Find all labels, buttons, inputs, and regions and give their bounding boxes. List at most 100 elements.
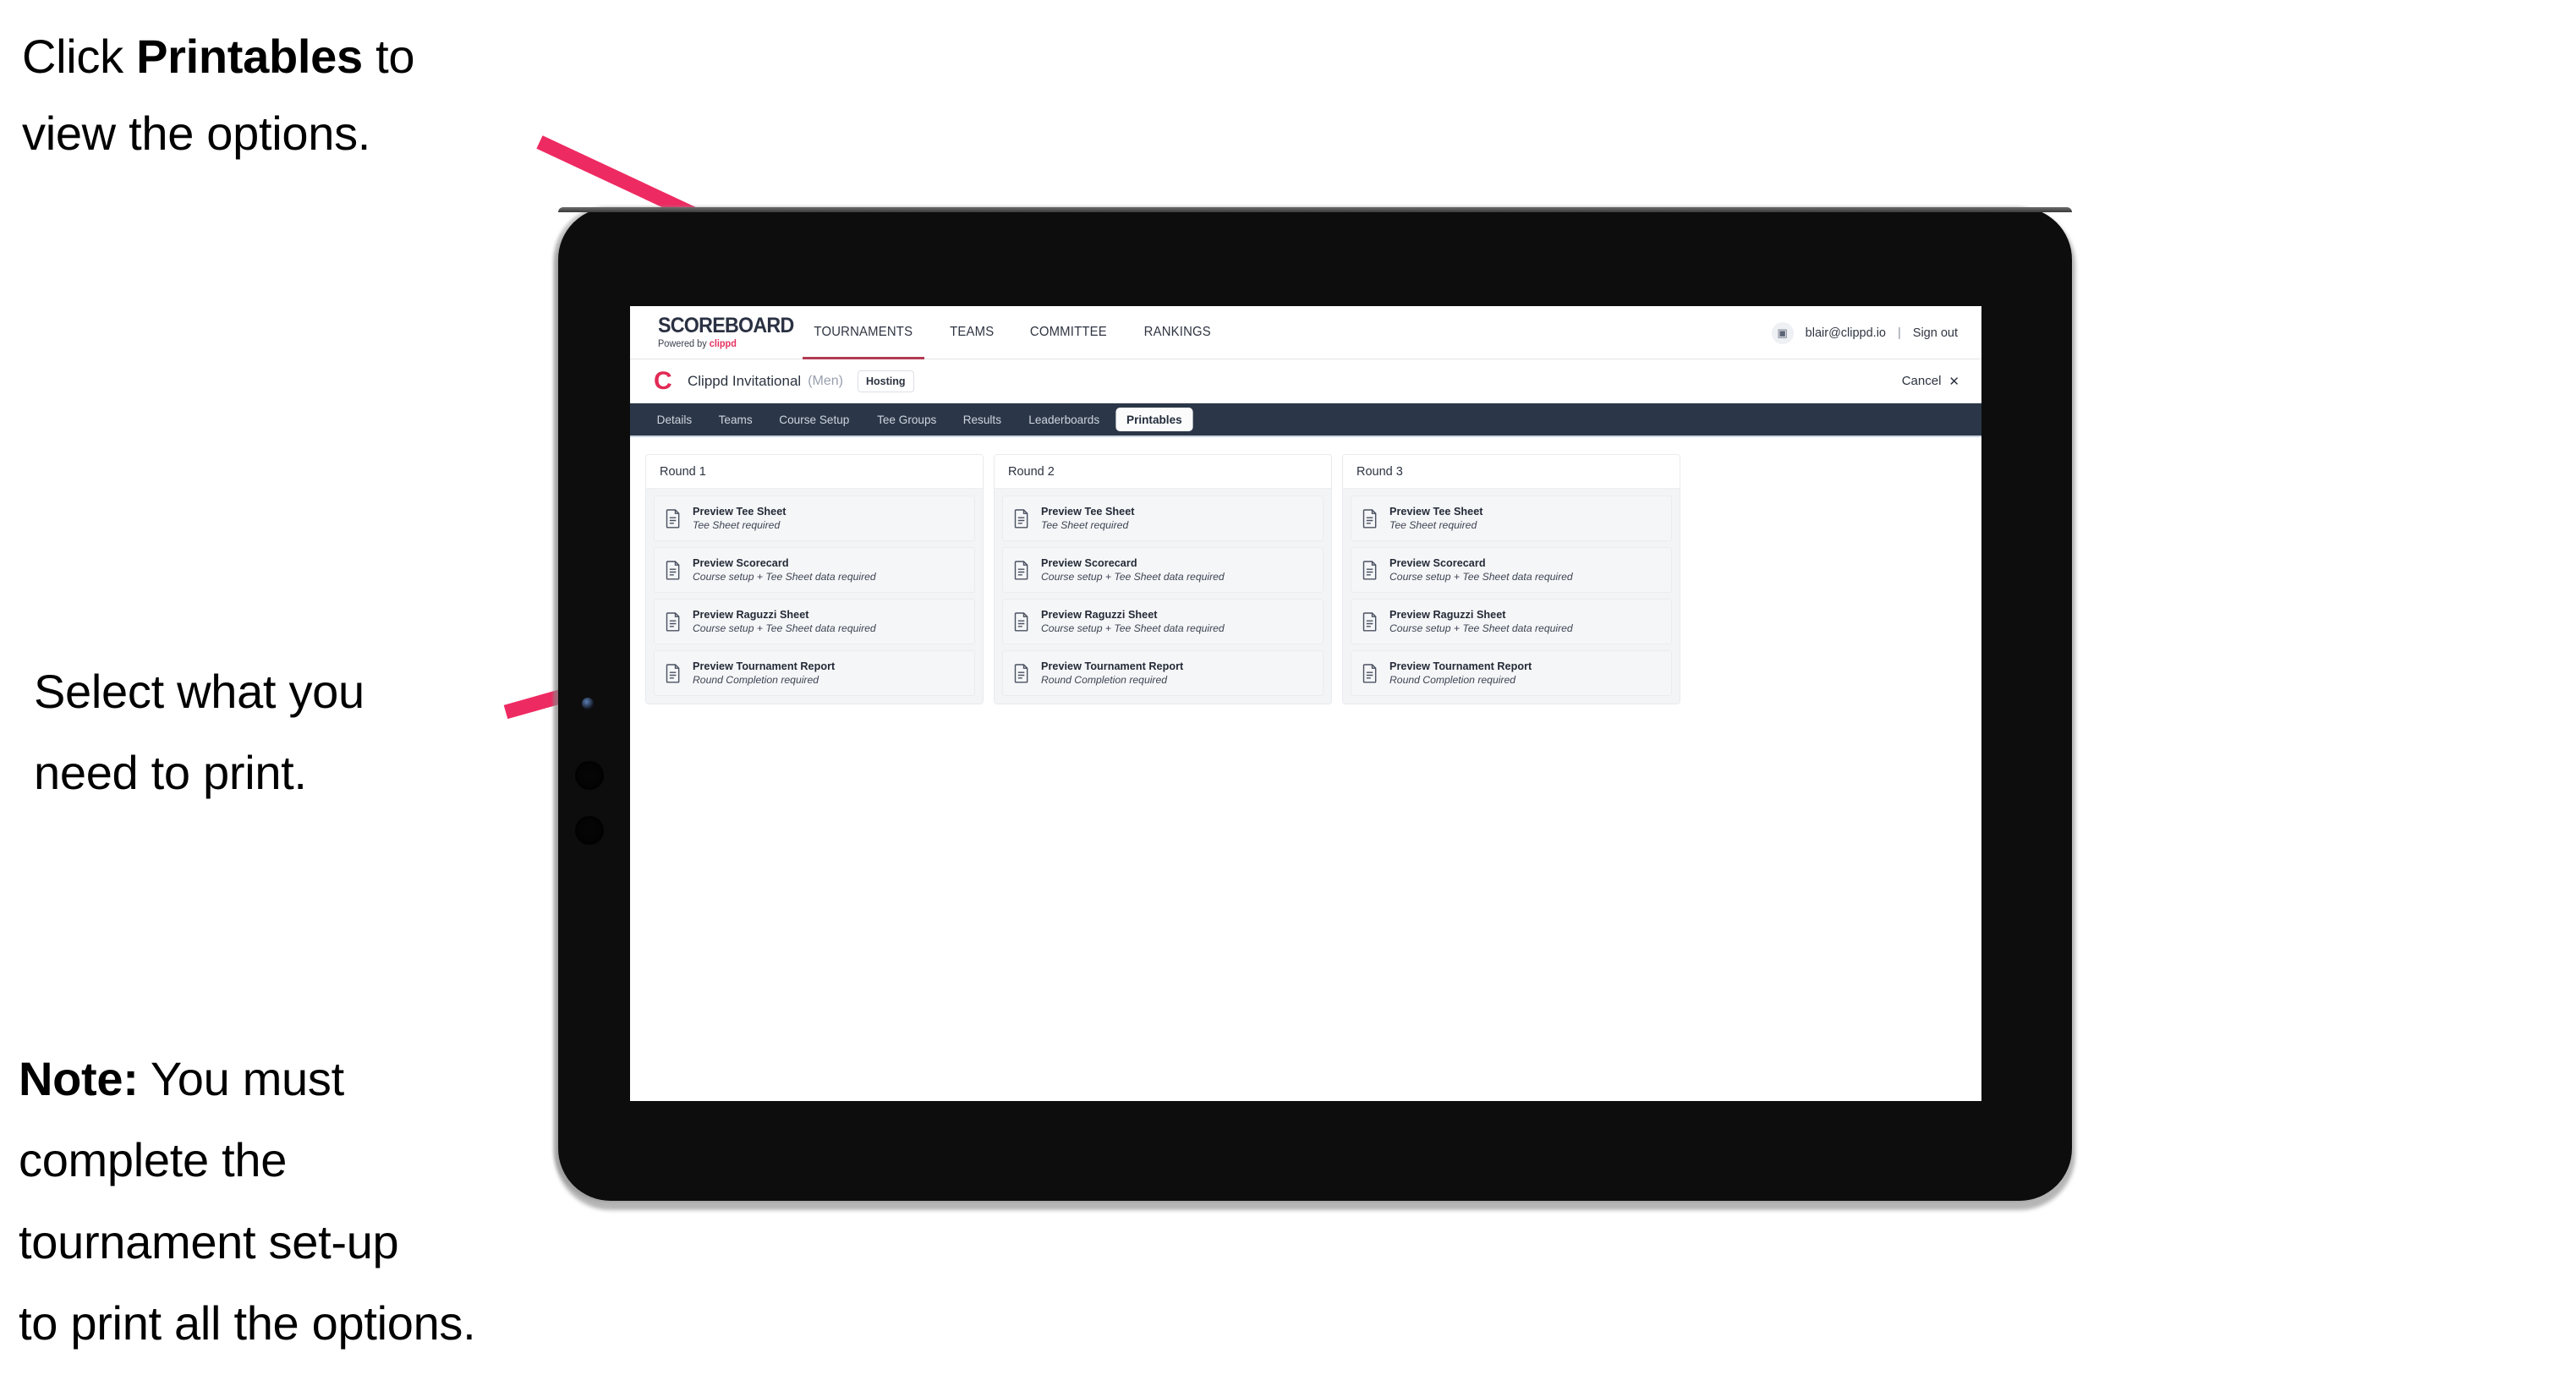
printable-item[interactable]: Preview Scorecard Course setup + Tee Shee… bbox=[1002, 547, 1324, 593]
annotation-emphasis: Note: bbox=[19, 1052, 139, 1105]
printable-item[interactable]: Preview Raguzzi Sheet Course setup + Tee … bbox=[1351, 599, 1672, 644]
close-icon: ✕ bbox=[1948, 374, 1959, 389]
printable-item-requirement: Course setup + Tee Sheet data required bbox=[693, 622, 876, 634]
round-column-items: Preview Tee Sheet Tee Sheet required Previ… bbox=[1343, 489, 1680, 704]
printable-item-text: Preview Tee Sheet Tee Sheet required bbox=[693, 506, 787, 531]
document-icon bbox=[1362, 560, 1378, 580]
cancel-label: Cancel bbox=[1901, 374, 1942, 388]
document-icon bbox=[1362, 611, 1378, 632]
round-column-title: Round 3 bbox=[1343, 455, 1680, 489]
printable-item-text: Preview Tee Sheet Tee Sheet required bbox=[1389, 506, 1483, 531]
avatar[interactable]: ▣ bbox=[1771, 321, 1794, 344]
printable-item[interactable]: Preview Tournament Report Round Completio… bbox=[1002, 650, 1324, 696]
printable-item-title: Preview Scorecard bbox=[1389, 557, 1486, 569]
annotation-text: complete the bbox=[19, 1133, 288, 1187]
printable-item-requirement: Course setup + Tee Sheet data required bbox=[1041, 622, 1225, 634]
tab-printables[interactable]: Printables bbox=[1115, 408, 1193, 431]
logo-tagline-brand: clippd bbox=[709, 339, 737, 349]
printable-item[interactable]: Preview Raguzzi Sheet Course setup + Tee … bbox=[1002, 599, 1324, 644]
tab-details[interactable]: Details bbox=[646, 408, 703, 431]
screenshot-canvas: Click Printables to view the options. Sel… bbox=[0, 0, 2576, 1386]
logo-tagline: Powered by clippd bbox=[658, 339, 759, 349]
scoreboard-logo[interactable]: SCOREBOARD Powered by clippd bbox=[658, 314, 794, 350]
tablet-top-edge-highlight bbox=[558, 207, 2072, 212]
printable-item-text: Preview Tournament Report Round Completio… bbox=[1041, 660, 1183, 686]
nav-item-rankings[interactable]: RANKINGS bbox=[1127, 306, 1227, 359]
printable-item-requirement: Tee Sheet required bbox=[1389, 519, 1477, 531]
document-icon bbox=[1013, 508, 1030, 529]
printable-item-requirement: Round Completion required bbox=[1041, 674, 1168, 686]
tab-teams[interactable]: Teams bbox=[708, 408, 763, 431]
tab-leaderboards[interactable]: Leaderboards bbox=[1017, 408, 1110, 431]
annotation-emphasis: Printables bbox=[136, 30, 363, 83]
document-icon bbox=[1013, 611, 1030, 632]
annotation-text: to bbox=[362, 30, 415, 83]
tournament-gender: (Men) bbox=[808, 373, 843, 388]
printable-item-text: Preview Tournament Report Round Completio… bbox=[693, 660, 835, 686]
printable-item-requirement: Tee Sheet required bbox=[1041, 519, 1129, 531]
printable-item-title: Preview Tournament Report bbox=[1389, 660, 1532, 672]
nav-item-tournaments[interactable]: TOURNAMENTS bbox=[797, 306, 929, 359]
printable-item[interactable]: Preview Scorecard Course setup + Tee Shee… bbox=[654, 547, 975, 593]
main-navigation: TOURNAMENTS TEAMS COMMITTEE RANKINGS bbox=[795, 306, 1229, 359]
printable-item-title: Preview Tee Sheet bbox=[693, 506, 787, 518]
nav-item-committee[interactable]: COMMITTEE bbox=[1014, 306, 1123, 359]
printable-item-text: Preview Raguzzi Sheet Course setup + Tee … bbox=[1041, 609, 1225, 634]
account-area: ▣ blair@clippd.io | Sign out bbox=[1771, 306, 1958, 359]
annotation-text: view the options. bbox=[22, 106, 371, 160]
printable-item[interactable]: Preview Raguzzi Sheet Course setup + Tee … bbox=[654, 599, 975, 644]
printable-item-text: Preview Scorecard Course setup + Tee Shee… bbox=[1041, 557, 1225, 583]
section-tab-bar: Details Teams Course Setup Tee Groups Re… bbox=[630, 403, 1981, 437]
clippd-logo-icon: C bbox=[654, 366, 672, 395]
printable-item[interactable]: Preview Tournament Report Round Completio… bbox=[654, 650, 975, 696]
round-column: Round 2 Preview Tee Sheet Tee Sheet requir… bbox=[994, 454, 1332, 704]
tab-results[interactable]: Results bbox=[952, 408, 1012, 431]
cancel-button[interactable]: Cancel ✕ bbox=[1902, 374, 1959, 389]
tournament-title: Clippd Invitational bbox=[688, 372, 802, 389]
app-header: SCOREBOARD Powered by clippd TOURNAMENTS… bbox=[630, 306, 1981, 359]
rounds-grid: Round 1 Preview Tee Sheet Tee Sheet requir… bbox=[645, 454, 1966, 704]
printable-item-title: Preview Tee Sheet bbox=[1041, 506, 1135, 518]
nav-item-teams[interactable]: TEAMS bbox=[934, 306, 1011, 359]
document-icon bbox=[1013, 663, 1030, 683]
annotation-text: You must bbox=[138, 1052, 344, 1105]
tab-course-setup[interactable]: Course Setup bbox=[769, 408, 860, 431]
round-column: Round 1 Preview Tee Sheet Tee Sheet requir… bbox=[645, 454, 984, 704]
printable-item[interactable]: Preview Scorecard Course setup + Tee Shee… bbox=[1351, 547, 1672, 593]
round-column-items: Preview Tee Sheet Tee Sheet required Previ… bbox=[995, 489, 1331, 704]
logo-wordmark: SCOREBOARD bbox=[658, 314, 794, 337]
printable-item-title: Preview Tournament Report bbox=[693, 660, 836, 672]
document-icon bbox=[665, 663, 682, 683]
annotation-text: Select what you bbox=[34, 665, 364, 718]
printable-item[interactable]: Preview Tee Sheet Tee Sheet required bbox=[1351, 496, 1672, 541]
annotation-text: Click bbox=[22, 30, 137, 83]
printable-item[interactable]: Preview Tee Sheet Tee Sheet required bbox=[654, 496, 975, 541]
printable-item-text: Preview Scorecard Course setup + Tee Shee… bbox=[1389, 557, 1573, 583]
printable-item-requirement: Tee Sheet required bbox=[693, 519, 781, 531]
hosting-badge: Hosting bbox=[857, 370, 914, 392]
tablet-device-frame: SCOREBOARD Powered by clippd TOURNAMENTS… bbox=[558, 207, 2072, 1201]
printable-item-requirement: Course setup + Tee Sheet data required bbox=[1389, 571, 1573, 583]
round-column-items: Preview Tee Sheet Tee Sheet required Previ… bbox=[646, 489, 983, 704]
printable-item-requirement: Round Completion required bbox=[693, 674, 819, 686]
printable-item-title: Preview Tournament Report bbox=[1041, 660, 1184, 672]
round-column-title: Round 1 bbox=[646, 455, 983, 489]
account-separator: | bbox=[1898, 326, 1901, 340]
annotation-select-what-to-print: Select what you need to print. bbox=[34, 651, 575, 814]
account-email: blair@clippd.io bbox=[1805, 326, 1886, 340]
printable-item-text: Preview Tee Sheet Tee Sheet required bbox=[1041, 506, 1135, 531]
logo-tagline-prefix: Powered by bbox=[658, 339, 710, 349]
round-column-title: Round 2 bbox=[995, 455, 1331, 489]
tablet-volume-down-button[interactable] bbox=[575, 816, 604, 845]
annotation-text: need to print. bbox=[34, 746, 307, 800]
printable-item-title: Preview Scorecard bbox=[1041, 557, 1137, 569]
printable-item-title: Preview Raguzzi Sheet bbox=[1389, 609, 1506, 621]
printable-item-requirement: Course setup + Tee Sheet data required bbox=[1389, 622, 1573, 634]
tablet-volume-up-button[interactable] bbox=[575, 761, 604, 790]
tab-tee-groups[interactable]: Tee Groups bbox=[866, 408, 946, 431]
printable-item-requirement: Round Completion required bbox=[1389, 674, 1516, 686]
printable-item-title: Preview Raguzzi Sheet bbox=[1041, 609, 1158, 621]
printable-item[interactable]: Preview Tee Sheet Tee Sheet required bbox=[1002, 496, 1324, 541]
sign-out-link[interactable]: Sign out bbox=[1913, 326, 1958, 340]
printable-item[interactable]: Preview Tournament Report Round Completio… bbox=[1351, 650, 1672, 696]
